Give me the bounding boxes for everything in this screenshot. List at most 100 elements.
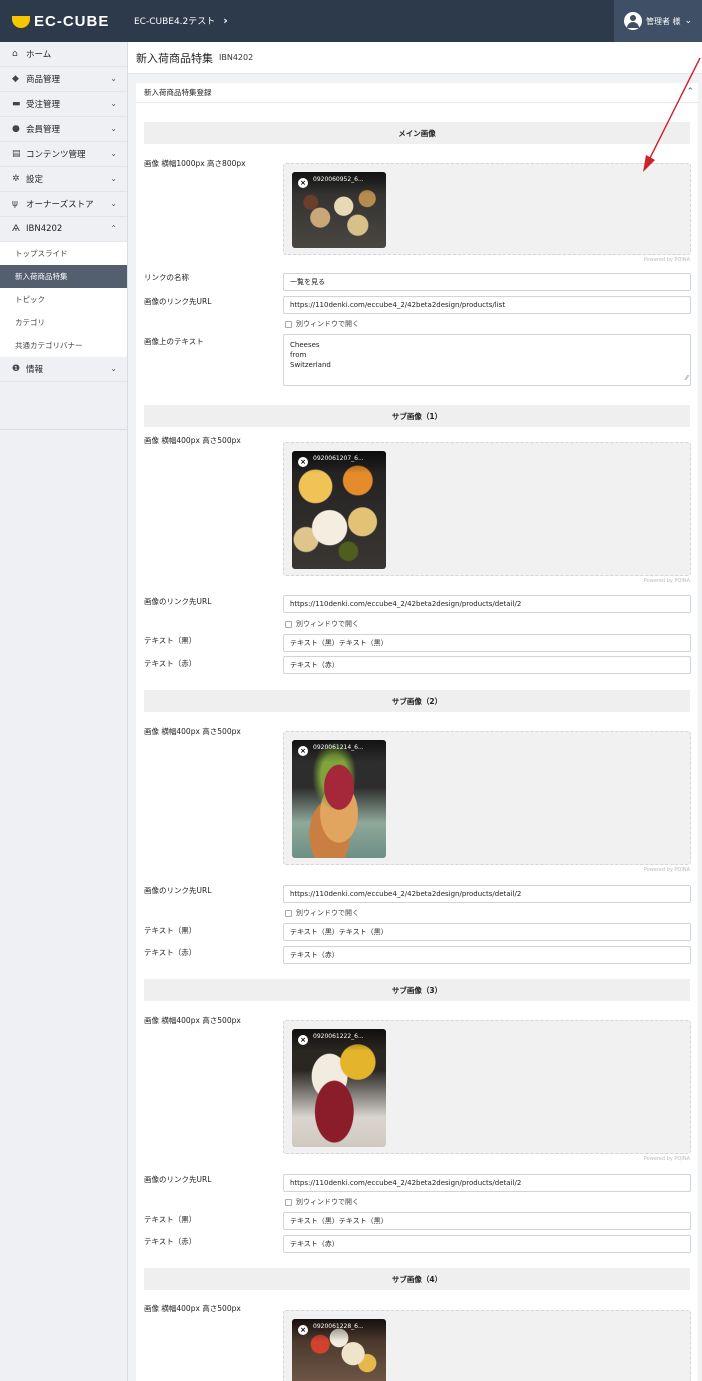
overlay-text-textarea[interactable]: Cheeses from Switzerland ⁄⁄ bbox=[283, 334, 691, 386]
shop-name-link[interactable]: EC-CUBE4.2テスト › bbox=[134, 14, 228, 27]
sidebar-item-settings[interactable]: ✲ 設定 ⌄ bbox=[0, 167, 127, 192]
main-image-thumbnail: × 0920060952_6... bbox=[292, 172, 386, 248]
sidebar-item-label: 設定 bbox=[26, 175, 44, 185]
ec-cube-logo[interactable]: EC-CUBE bbox=[12, 11, 109, 31]
sidebar-item-products[interactable]: ◆ 商品管理 ⌄ bbox=[0, 67, 127, 92]
url-label: 画像のリンク先URL bbox=[144, 597, 212, 606]
remove-image-icon[interactable]: × bbox=[298, 1325, 308, 1335]
sub-image-3-dropzone[interactable]: × 0920061222_6... bbox=[283, 1020, 691, 1154]
link-name-label: リンクの名称 bbox=[144, 273, 189, 282]
sub-image-2-thumbnail: × 0920061214_6... bbox=[292, 740, 386, 858]
section-main-image: メイン画像 bbox=[144, 122, 690, 144]
main-image-dropzone[interactable]: × 0920060952_6... bbox=[283, 163, 691, 255]
section-sub-image-1: サブ画像（1） bbox=[144, 405, 690, 427]
home-icon: ⌂ bbox=[12, 49, 18, 59]
sub-image-2-text-red-input[interactable]: テキスト（赤） bbox=[283, 946, 691, 964]
remove-image-icon[interactable]: × bbox=[298, 746, 308, 756]
chevron-down-icon: ⌄ bbox=[110, 364, 117, 373]
collapse-icon[interactable]: ⌃ bbox=[686, 87, 694, 97]
checkbox-label: 別ウィンドウで開く bbox=[296, 1198, 359, 1206]
sub-image-label: 画像 横幅400px 高さ500px bbox=[144, 1016, 241, 1025]
chevron-up-icon: ⌃ bbox=[110, 224, 117, 233]
new-window-checkbox[interactable]: 別ウィンドウで開く bbox=[285, 619, 359, 629]
text-red-label: テキスト（赤） bbox=[144, 948, 197, 957]
sidebar-item-label: 会員管理 bbox=[26, 125, 61, 135]
sub-image-label: 画像 横幅400px 高さ500px bbox=[144, 1304, 241, 1313]
url-label: 画像のリンク先URL bbox=[144, 886, 212, 895]
sidebar-item-ibn4202[interactable]: Ѧ IBN4202 ⌃ bbox=[0, 217, 127, 242]
checkbox-box[interactable] bbox=[285, 909, 292, 917]
file-name: 0920061207_6... bbox=[313, 455, 364, 462]
section-sub-image-3: サブ画像（3） bbox=[144, 979, 690, 1001]
sidebar-subitem-topics[interactable]: トピック bbox=[0, 288, 127, 311]
cube-icon: ◆ bbox=[12, 74, 19, 84]
sub-image-2-url-input[interactable]: https://110denki.com/eccube4_2/42beta2de… bbox=[283, 885, 691, 903]
sidebar-item-owners-store[interactable]: ψ オーナーズストア ⌄ bbox=[0, 192, 127, 217]
url-input[interactable]: https://110denki.com/eccube4_2/42beta2de… bbox=[283, 296, 691, 314]
plugin-submenu: トップスライド 新入荷商品特集 トピック カテゴリ 共通カテゴリバナー bbox=[0, 242, 127, 357]
remove-image-icon[interactable]: × bbox=[298, 457, 308, 467]
chevron-down-icon: ⌄ bbox=[110, 99, 117, 108]
checkbox-box[interactable] bbox=[285, 1198, 292, 1206]
chevron-down-icon: ⌄ bbox=[110, 149, 117, 158]
sub-image-1-thumbnail: × 0920061207_6... bbox=[292, 451, 386, 569]
section-sub-image-4: サブ画像（4） bbox=[144, 1268, 690, 1290]
sidebar-spacer bbox=[0, 382, 127, 430]
sidebar-item-contents[interactable]: ▤ コンテンツ管理 ⌄ bbox=[0, 142, 127, 167]
new-window-checkbox[interactable]: 別ウィンドウで開く bbox=[285, 1197, 359, 1207]
new-window-checkbox[interactable]: 別ウィンドウで開く bbox=[285, 319, 359, 329]
page-title: 新入荷商品特集 bbox=[136, 51, 213, 65]
powered-by: Powered by PQINA bbox=[643, 867, 690, 873]
sub-image-1-text-black-input[interactable]: テキスト（黒）テキスト（黒） bbox=[283, 634, 691, 652]
sub-image-3-text-black-input[interactable]: テキスト（黒）テキスト（黒） bbox=[283, 1212, 691, 1230]
checkbox-label: 別ウィンドウで開く bbox=[296, 320, 359, 328]
sidebar-item-orders[interactable]: ▬ 受注管理 ⌄ bbox=[0, 92, 127, 117]
checkbox-box[interactable] bbox=[285, 620, 292, 628]
sub-image-2-dropzone[interactable]: × 0920061214_6... bbox=[283, 731, 691, 865]
sidebar-subitem-category[interactable]: カテゴリ bbox=[0, 311, 127, 334]
sub-image-4-dropzone[interactable]: × 0920061228_6... bbox=[283, 1310, 691, 1381]
sub-image-label: 画像 横幅400px 高さ500px bbox=[144, 727, 241, 736]
sidebar-subitem-new-arrivals[interactable]: 新入荷商品特集 bbox=[0, 265, 127, 288]
text-red-label: テキスト（赤） bbox=[144, 1237, 197, 1246]
sidebar-item-label: オーナーズストア bbox=[26, 200, 94, 210]
sidebar-item-label: ホーム bbox=[26, 50, 52, 60]
sub-image-3-url-input[interactable]: https://110denki.com/eccube4_2/42beta2de… bbox=[283, 1174, 691, 1192]
main-content: 新入荷商品特集 IBN4202 新入荷商品特集登録 ⌃ メイン画像 画像 横幅1… bbox=[128, 42, 702, 1381]
page-code: IBN4202 bbox=[219, 53, 254, 62]
sidebar-item-label: コンテンツ管理 bbox=[26, 150, 86, 160]
remove-image-icon[interactable]: × bbox=[298, 178, 308, 188]
user-menu[interactable]: 管理者 様 ⌄ bbox=[614, 0, 702, 42]
shop-name: EC-CUBE4.2テスト bbox=[134, 17, 216, 27]
sidebar-subitem-top-slide[interactable]: トップスライド bbox=[0, 242, 127, 265]
sub-image-1-url-input[interactable]: https://110denki.com/eccube4_2/42beta2de… bbox=[283, 595, 691, 613]
sub-image-1-dropzone[interactable]: × 0920061207_6... bbox=[283, 442, 691, 576]
remove-image-icon[interactable]: × bbox=[298, 1035, 308, 1045]
checkbox-box[interactable] bbox=[285, 320, 292, 328]
sidebar-item-home[interactable]: ⌂ ホーム bbox=[0, 42, 127, 67]
gear-icon: ✲ bbox=[12, 174, 20, 184]
plug-icon: ψ bbox=[12, 199, 18, 209]
chevron-down-icon: ⌄ bbox=[110, 174, 117, 183]
sidebar-item-info[interactable]: ❶ 情報 ⌄ bbox=[0, 357, 127, 382]
file-name: 0920060952_6... bbox=[313, 176, 364, 183]
file-name: 0920061214_6... bbox=[313, 744, 364, 751]
sidebar-item-customers[interactable]: ● 会員管理 ⌄ bbox=[0, 117, 127, 142]
resize-grip-icon[interactable]: ⁄⁄ bbox=[686, 373, 688, 383]
plugin-icon: Ѧ bbox=[12, 224, 20, 234]
link-name-input[interactable]: 一覧を見る bbox=[283, 273, 691, 291]
sidebar-subitem-category-banner[interactable]: 共通カテゴリバナー bbox=[0, 334, 127, 357]
sub-image-label: 画像 横幅400px 高さ500px bbox=[144, 436, 241, 445]
top-bar: EC-CUBE EC-CUBE4.2テスト › 管理者 様 ⌄ bbox=[0, 0, 702, 42]
powered-by: Powered by PQINA bbox=[643, 257, 690, 263]
chevron-down-icon: ⌄ bbox=[684, 16, 693, 26]
sub-image-1-text-red-input[interactable]: テキスト（赤） bbox=[283, 656, 691, 674]
sub-image-2-text-black-input[interactable]: テキスト（黒）テキスト（黒） bbox=[283, 923, 691, 941]
sub-image-3-text-red-input[interactable]: テキスト（赤） bbox=[283, 1235, 691, 1253]
text-black-label: テキスト（黒） bbox=[144, 636, 197, 645]
form-card: 新入荷商品特集登録 ⌃ メイン画像 画像 横幅1000px 高さ800px × … bbox=[136, 83, 698, 1381]
sidebar: ⌂ ホーム ◆ 商品管理 ⌄ ▬ 受注管理 ⌄ ● 会員管理 ⌄ ▤ コンテンツ管理 ⌄ ✲ 設定 ⌄… bbox=[0, 42, 128, 1381]
card-header[interactable]: 新入荷商品特集登録 ⌃ bbox=[136, 83, 698, 103]
section-sub-image-2: サブ画像（2） bbox=[144, 690, 690, 712]
new-window-checkbox[interactable]: 別ウィンドウで開く bbox=[285, 908, 359, 918]
